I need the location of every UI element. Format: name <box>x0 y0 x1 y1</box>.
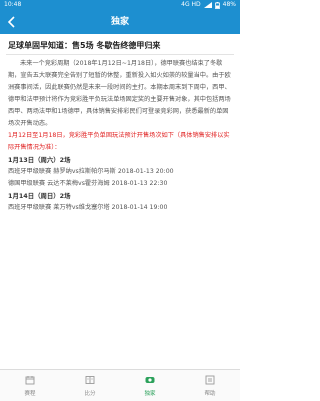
article-body: 未来一个竞彩周期（2018年1月12日~1月18日），德甲联赛也结束了冬歇期，宣… <box>8 58 232 214</box>
status-time: 10:48 <box>4 1 22 8</box>
tab-label: 帮助 <box>204 391 216 397</box>
match-line: 西班牙甲级联赛 赫罗纳vs拉斯帕尔马斯 2018-01-13 20:00 <box>8 168 174 175</box>
network-label: 4G HD <box>181 1 201 8</box>
calendar-icon <box>25 376 35 385</box>
match-line: 德国甲级联赛 云达不莱梅vs霍芬海姆 2018-01-13 22:30 <box>8 180 168 187</box>
tab-label: 赛程 <box>24 391 36 397</box>
scoreboard-icon <box>85 376 95 384</box>
tab-score[interactable]: 比分 <box>60 370 120 401</box>
tab-schedule[interactable]: 赛程 <box>0 370 60 401</box>
battery-icon <box>214 1 220 9</box>
nav-bar: 独家 <box>0 10 240 34</box>
help-icon <box>205 375 215 385</box>
signal-icon <box>203 2 212 8</box>
bottom-tab-bar: 赛程 比分 独家 帮助 <box>0 369 240 401</box>
tab-exclusive[interactable]: 独家 <box>120 370 180 401</box>
article-title: 足球单固早知道：售5场 冬歇告终德甲归来 <box>8 41 161 50</box>
article-paragraph: 未来一个竞彩周期（2018年1月12日~1月18日），德甲联赛也结束了冬歇期，宣… <box>8 60 231 127</box>
status-indicators: 4G HD 48% <box>181 0 236 10</box>
article-content[interactable]: 足球单固早知道：售5场 冬歇告终德甲归来 未来一个竞彩周期（2018年1月12日… <box>0 34 240 369</box>
battery-percent: 48% <box>222 1 236 8</box>
title-divider <box>6 54 234 55</box>
schedule-day-label: 1月14日（周日）2场 <box>8 192 71 200</box>
match-line: 西班牙甲级联赛 莱万特vs维戈塞尔塔 2018-01-14 19:00 <box>8 204 168 211</box>
schedule-day-label: 1月13日（周六）2场 <box>8 156 71 164</box>
page-title: 独家 <box>110 17 129 27</box>
tab-label: 比分 <box>84 391 96 397</box>
schedule-notice: 1月12日至1月18日，竞彩胜平负单固玩法预计开售场次如下（具体销售安排以实际开… <box>8 132 230 151</box>
tab-help[interactable]: 帮助 <box>180 370 240 401</box>
tab-label: 独家 <box>144 391 156 397</box>
exclusive-icon <box>145 377 155 383</box>
status-bar: 10:48 4G HD 48% <box>0 0 240 10</box>
